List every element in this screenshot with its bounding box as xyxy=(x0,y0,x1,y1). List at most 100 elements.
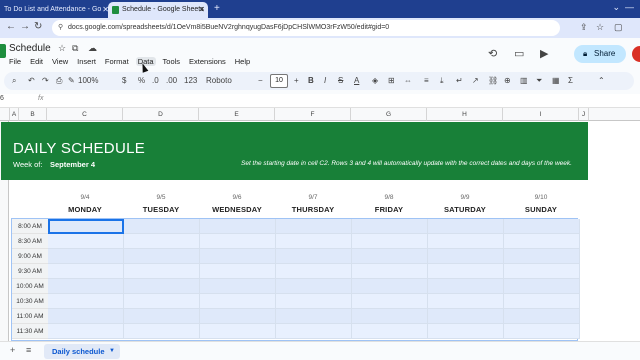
schedule-cell[interactable] xyxy=(200,219,276,234)
schedule-cell[interactable] xyxy=(48,279,124,294)
schedule-cell[interactable] xyxy=(428,279,504,294)
schedule-cell[interactable] xyxy=(124,279,200,294)
currency-format-button[interactable]: $ xyxy=(122,75,126,87)
new-tab-button[interactable]: + xyxy=(214,2,220,16)
schedule-cell[interactable] xyxy=(504,219,580,234)
schedule-cell[interactable] xyxy=(504,234,580,249)
text-rotation-icon[interactable]: ↗ xyxy=(472,75,479,87)
column-header-c[interactable]: C xyxy=(47,108,123,121)
move-folder-icon[interactable]: ⧉ xyxy=(72,43,78,54)
schedule-cell[interactable] xyxy=(124,324,200,339)
strikethrough-icon[interactable]: S xyxy=(338,75,343,87)
search-menus-icon[interactable]: ⌕ xyxy=(12,75,16,87)
schedule-cell[interactable] xyxy=(428,249,504,264)
insert-comment-icon[interactable]: ⊕ xyxy=(504,75,511,87)
name-box[interactable]: 6 xyxy=(0,95,4,102)
schedule-cell[interactable] xyxy=(428,294,504,309)
filter-views-icon[interactable]: ▦ xyxy=(552,75,560,87)
insert-link-icon[interactable]: ⛓ xyxy=(488,75,498,87)
schedule-cell[interactable] xyxy=(428,309,504,324)
schedule-cell[interactable] xyxy=(276,309,352,324)
add-sheet-icon[interactable]: + xyxy=(10,345,15,355)
comments-icon[interactable]: ▭ xyxy=(514,47,524,60)
schedule-cell[interactable] xyxy=(276,234,352,249)
print-icon[interactable]: ⎙ xyxy=(56,75,62,87)
collapse-toolbar-icon[interactable]: ⌃ xyxy=(598,75,605,87)
column-header-b[interactable]: B xyxy=(19,108,47,121)
menu-view[interactable]: View xyxy=(52,57,68,66)
site-info-icon[interactable]: ⚲ xyxy=(58,20,63,36)
meet-icon[interactable]: ▶ xyxy=(540,47,548,60)
share-button[interactable]: 🔒︎ Share xyxy=(574,45,626,63)
schedule-cell[interactable] xyxy=(200,279,276,294)
extensions-icon[interactable]: ▢ xyxy=(614,22,623,33)
schedule-cell[interactable] xyxy=(276,219,352,234)
version-history-icon[interactable]: ⟲ xyxy=(488,47,497,60)
bookmark-star-icon[interactable]: ☆ xyxy=(596,22,604,33)
schedule-cell[interactable] xyxy=(504,279,580,294)
percent-format-button[interactable]: % xyxy=(138,75,145,87)
schedule-cell[interactable] xyxy=(352,294,428,309)
column-header-g[interactable]: G xyxy=(351,108,427,121)
schedule-cell[interactable] xyxy=(200,234,276,249)
schedule-cell[interactable] xyxy=(48,294,124,309)
menu-insert[interactable]: Insert xyxy=(77,57,96,66)
schedule-cell[interactable] xyxy=(504,294,580,309)
schedule-cell[interactable] xyxy=(276,279,352,294)
schedule-cell[interactable] xyxy=(428,324,504,339)
schedule-cell[interactable] xyxy=(48,324,124,339)
undo-icon[interactable]: ↶ xyxy=(28,75,35,87)
schedule-cell[interactable] xyxy=(428,234,504,249)
browser-tab-schedule[interactable]: Schedule - Google Sheets ✕ xyxy=(108,2,208,18)
column-header-j[interactable]: J xyxy=(579,108,589,121)
reload-icon[interactable]: ↻ xyxy=(34,21,42,32)
all-sheets-icon[interactable]: ≡ xyxy=(26,345,31,355)
schedule-cell[interactable] xyxy=(200,309,276,324)
zoom-select[interactable]: 100% xyxy=(78,75,98,87)
schedule-cell[interactable] xyxy=(48,234,124,249)
schedule-cell[interactable] xyxy=(504,324,580,339)
insert-chart-icon[interactable]: ▥ xyxy=(520,75,528,87)
schedule-cell[interactable] xyxy=(200,249,276,264)
more-formats-button[interactable]: 123 xyxy=(184,75,197,87)
sheet-tab-daily-schedule[interactable]: Daily schedule ▼ xyxy=(44,344,120,359)
chevron-down-icon[interactable]: ▼ xyxy=(109,344,115,359)
merge-cells-icon[interactable]: ⇔ xyxy=(404,75,412,87)
schedule-cell[interactable] xyxy=(124,264,200,279)
schedule-cell[interactable] xyxy=(200,294,276,309)
schedule-cell[interactable] xyxy=(124,219,200,234)
schedule-cell[interactable] xyxy=(48,309,124,324)
functions-icon[interactable]: Σ xyxy=(568,75,573,87)
fill-color-icon[interactable]: ◈ xyxy=(372,75,378,87)
star-icon[interactable]: ☆ xyxy=(58,43,66,54)
avatar[interactable] xyxy=(632,46,640,62)
menu-edit[interactable]: Edit xyxy=(30,57,43,66)
vertical-align-icon[interactable]: ⤓ xyxy=(440,75,444,87)
window-controls[interactable]: ⌄ — xyxy=(612,2,634,13)
redo-icon[interactable]: ↷ xyxy=(42,75,49,87)
borders-icon[interactable]: ⊞ xyxy=(388,75,395,87)
column-header-a[interactable]: A xyxy=(10,108,19,121)
document-title[interactable]: Schedule xyxy=(9,43,51,54)
increase-decimal-button[interactable]: .00 xyxy=(166,75,177,87)
menu-format[interactable]: Format xyxy=(105,57,129,66)
schedule-cell[interactable] xyxy=(200,264,276,279)
menu-extensions[interactable]: Extensions xyxy=(189,57,226,66)
italic-icon[interactable]: I xyxy=(324,75,326,87)
schedule-cell[interactable] xyxy=(276,264,352,279)
schedule-cell[interactable] xyxy=(276,249,352,264)
column-header-i[interactable]: I xyxy=(503,108,579,121)
active-cell-selection[interactable] xyxy=(48,219,124,234)
cloud-status-icon[interactable]: ☁ xyxy=(88,43,97,54)
filter-icon[interactable]: ⏷ xyxy=(536,75,542,87)
schedule-cell[interactable] xyxy=(352,264,428,279)
schedule-cell[interactable] xyxy=(48,264,124,279)
schedule-cell[interactable] xyxy=(352,324,428,339)
schedule-cell[interactable] xyxy=(352,309,428,324)
menu-file[interactable]: File xyxy=(9,57,21,66)
bold-icon[interactable]: B xyxy=(308,75,314,87)
menu-tools[interactable]: Tools xyxy=(163,57,181,66)
decrease-decimal-button[interactable]: .0 xyxy=(152,75,159,87)
schedule-cell[interactable] xyxy=(504,309,580,324)
decrease-font-size-icon[interactable]: − xyxy=(258,75,263,87)
